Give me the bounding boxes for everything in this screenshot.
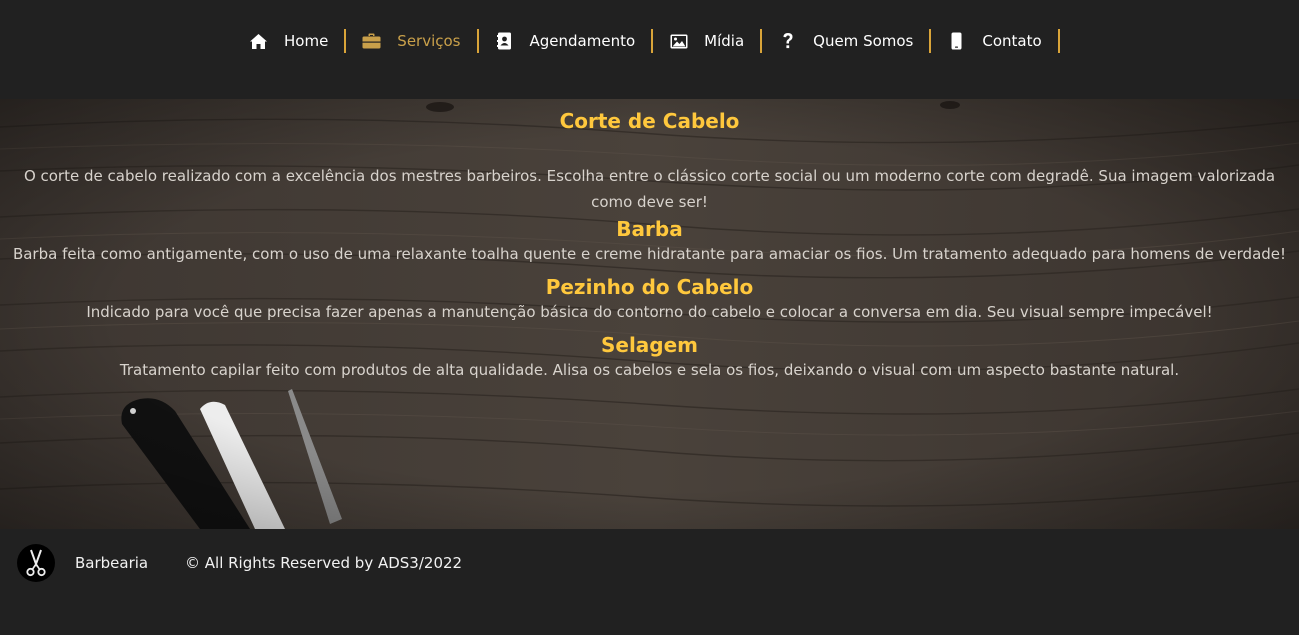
services-section: Corte de Cabelo O corte de cabelo realiz… [0,99,1299,529]
scissors-icon [17,544,55,582]
footer-copyright: © All Rights Reserved by ADS3/2022 [185,554,463,572]
briefcase-icon [362,32,381,51]
top-navigation: Home Serviços Agendamento Mídia Quem Som… [0,0,1299,99]
services-list: Corte de Cabelo O corte de cabelo realiz… [0,99,1299,383]
service-description: Tratamento capilar feito com produtos de… [119,361,1180,379]
service-description: Barba feita como antigamente, com o uso … [12,245,1287,263]
footer-brand: Barbearia [75,554,149,572]
question-icon [778,32,797,51]
address-book-icon [495,32,514,51]
nav-label-midia: Mídia [704,32,745,50]
nav-label-agendamento: Agendamento [529,32,636,50]
nav-label-quem-somos: Quem Somos [813,32,914,50]
nav-label-contato: Contato [982,32,1042,50]
nav-item-home[interactable]: Home [233,29,347,53]
nav-item-quem-somos[interactable]: Quem Somos [762,29,932,53]
service-description: O corte de cabelo realizado com a excelê… [23,167,1276,211]
footer: Barbearia © All Rights Reserved by ADS3/… [0,529,1299,635]
nav-label-home: Home [284,32,329,50]
nav-item-contato[interactable]: Contato [931,29,1060,53]
image-icon [669,32,688,51]
nav-item-agendamento[interactable]: Agendamento [479,29,654,53]
service-selagem: Selagem Tratamento capilar feito com pro… [0,331,1299,383]
service-barba: Barba Barba feita como antigamente, com … [0,215,1299,267]
service-title: Barba [616,217,683,241]
phone-icon [947,32,966,51]
nav-label-servicos: Serviços [397,32,461,50]
service-pezinho: Pezinho do Cabelo Indicado para você que… [0,273,1299,325]
service-title: Selagem [600,333,699,357]
service-title: Pezinho do Cabelo [545,275,754,299]
home-icon [249,32,268,51]
service-description: Indicado para você que precisa fazer ape… [86,303,1213,321]
service-title: Corte de Cabelo [559,109,740,133]
nav-item-servicos[interactable]: Serviços [346,29,479,53]
nav-menu: Home Serviços Agendamento Mídia Quem Som… [233,29,1060,53]
service-corte-de-cabelo: Corte de Cabelo O corte de cabelo realiz… [0,107,1299,215]
nav-item-midia[interactable]: Mídia [653,29,763,53]
